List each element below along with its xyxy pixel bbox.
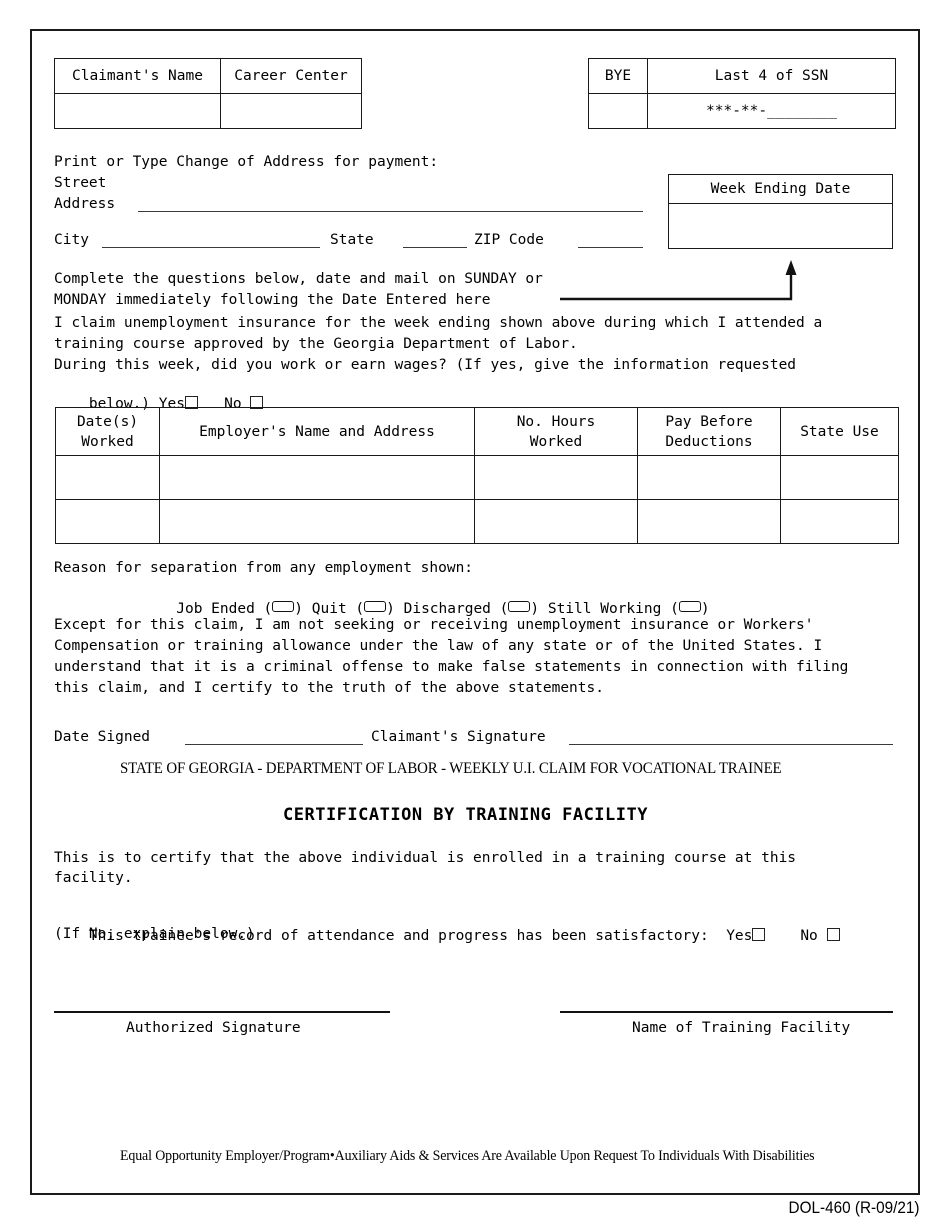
enrolled-statement-line2: facility. (54, 870, 133, 886)
col-pay-before-deductions: Pay Before Deductions (637, 407, 781, 456)
cell-state-use-2[interactable] (780, 499, 899, 544)
facility-name-label: Name of Training Facility (632, 1020, 851, 1036)
col-dates-worked: Date(s) Worked (55, 407, 160, 456)
cell-hours-2[interactable] (474, 499, 638, 544)
explain-note: (If No, explain below.) (54, 926, 255, 942)
table-header-row: Date(s) Worked Employer's Name and Addre… (55, 407, 899, 456)
zip-label: ZIP Code (474, 232, 544, 248)
cell-hours-1[interactable] (474, 455, 638, 500)
col-employer-name-address: Employer's Name and Address (159, 407, 475, 456)
authorized-signature-input[interactable] (54, 1011, 390, 1013)
claimant-header-table: Claimant's Name Career Center (54, 58, 362, 129)
table-row (55, 455, 899, 500)
option-still-working-checkbox[interactable] (678, 601, 701, 612)
week-ending-date-header: Week Ending Date (668, 174, 893, 204)
date-signed-input[interactable] (185, 744, 363, 745)
street-label-line2: Address (54, 196, 116, 212)
option-quit-checkbox[interactable] (364, 601, 387, 612)
career-center-header: Career Center (220, 58, 362, 94)
career-center-input[interactable] (220, 93, 362, 129)
mail-instruction-line1: Complete the questions below, date and m… (54, 271, 543, 287)
facility-yes-checkbox[interactable] (752, 928, 766, 941)
cell-state-use-1[interactable] (780, 455, 899, 500)
certification-line1: Except for this claim, I am not seeking … (54, 617, 814, 633)
cell-pay-2[interactable] (637, 499, 781, 544)
table-row (668, 203, 893, 249)
state-agency-line: STATE OF GEORGIA - DEPARTMENT OF LABOR -… (120, 760, 782, 777)
cell-pay-1[interactable] (637, 455, 781, 500)
date-entered-arrow (560, 258, 820, 306)
option-discharged-checkbox[interactable] (508, 601, 531, 612)
week-ending-date-table: Week Ending Date (668, 174, 893, 249)
certification-line3: understand that it is a criminal offense… (54, 659, 849, 675)
arrow-icon (560, 260, 797, 301)
mail-instruction-line2: MONDAY immediately following the Date En… (54, 292, 491, 308)
claimant-name-header: Claimant's Name (54, 58, 221, 94)
enrolled-statement-line1: This is to certify that the above indivi… (54, 850, 797, 866)
state-label: State (330, 232, 374, 248)
ssn-header: Last 4 of SSN (647, 58, 896, 94)
zip-input[interactable] (578, 247, 643, 248)
table-row (55, 499, 899, 544)
cell-employer-2[interactable] (159, 499, 475, 544)
facility-no-label: No (800, 928, 818, 944)
certification-line2: Compensation or training allowance under… (54, 638, 823, 654)
claim-statement-line1: I claim unemployment insurance for the w… (54, 315, 823, 331)
certification-line4: this claim, and I certify to the truth o… (54, 680, 604, 696)
state-input[interactable] (403, 247, 467, 248)
cell-employer-1[interactable] (159, 455, 475, 500)
date-signed-label: Date Signed (54, 729, 151, 745)
street-label-line1: Street (54, 175, 107, 191)
bye-input[interactable] (588, 93, 648, 129)
street-address-input[interactable] (138, 211, 643, 212)
address-instruction: Print or Type Change of Address for paym… (54, 154, 439, 170)
ssn-header-table: BYE Last 4 of SSN ***-**-________ (588, 58, 896, 129)
separation-prompt: Reason for separation from any employmen… (54, 560, 474, 576)
table-row: BYE Last 4 of SSN (588, 58, 896, 94)
city-input[interactable] (102, 247, 320, 248)
claimant-signature-input[interactable] (569, 744, 893, 745)
certification-section-heading: CERTIFICATION BY TRAINING FACILITY (283, 805, 648, 825)
col-hours-worked: No. Hours Worked (474, 407, 638, 456)
bye-header: BYE (588, 58, 648, 94)
facility-name-input[interactable] (560, 1011, 893, 1013)
table-row: Week Ending Date (668, 174, 893, 204)
col-state-use: State Use (780, 407, 899, 456)
form-number: DOL-460 (R-09/21) (789, 1198, 920, 1217)
table-row: ***-**-________ (588, 93, 896, 129)
week-ending-date-input[interactable] (668, 203, 893, 249)
option-job-ended-checkbox[interactable] (272, 601, 295, 612)
claimant-signature-label: Claimant's Signature (371, 729, 546, 745)
table-row (54, 93, 362, 129)
claimant-name-input[interactable] (54, 93, 221, 129)
form-page: Claimant's Name Career Center BYE Last 4… (0, 0, 950, 1230)
cell-dates-worked-1[interactable] (55, 455, 160, 500)
cell-dates-worked-2[interactable] (55, 499, 160, 544)
facility-no-checkbox[interactable] (826, 928, 840, 941)
authorized-signature-label: Authorized Signature (126, 1020, 301, 1036)
claim-statement-line2: training course approved by the Georgia … (54, 336, 578, 352)
table-row: Claimant's Name Career Center (54, 58, 362, 94)
ssn-input[interactable]: ***-**-________ (647, 93, 896, 129)
employment-table: Date(s) Worked Employer's Name and Addre… (55, 407, 899, 544)
equal-opportunity-statement: Equal Opportunity Employer/Program•Auxil… (120, 1148, 815, 1164)
facility-yes-label: Yes (726, 928, 753, 944)
city-label: City (54, 232, 89, 248)
